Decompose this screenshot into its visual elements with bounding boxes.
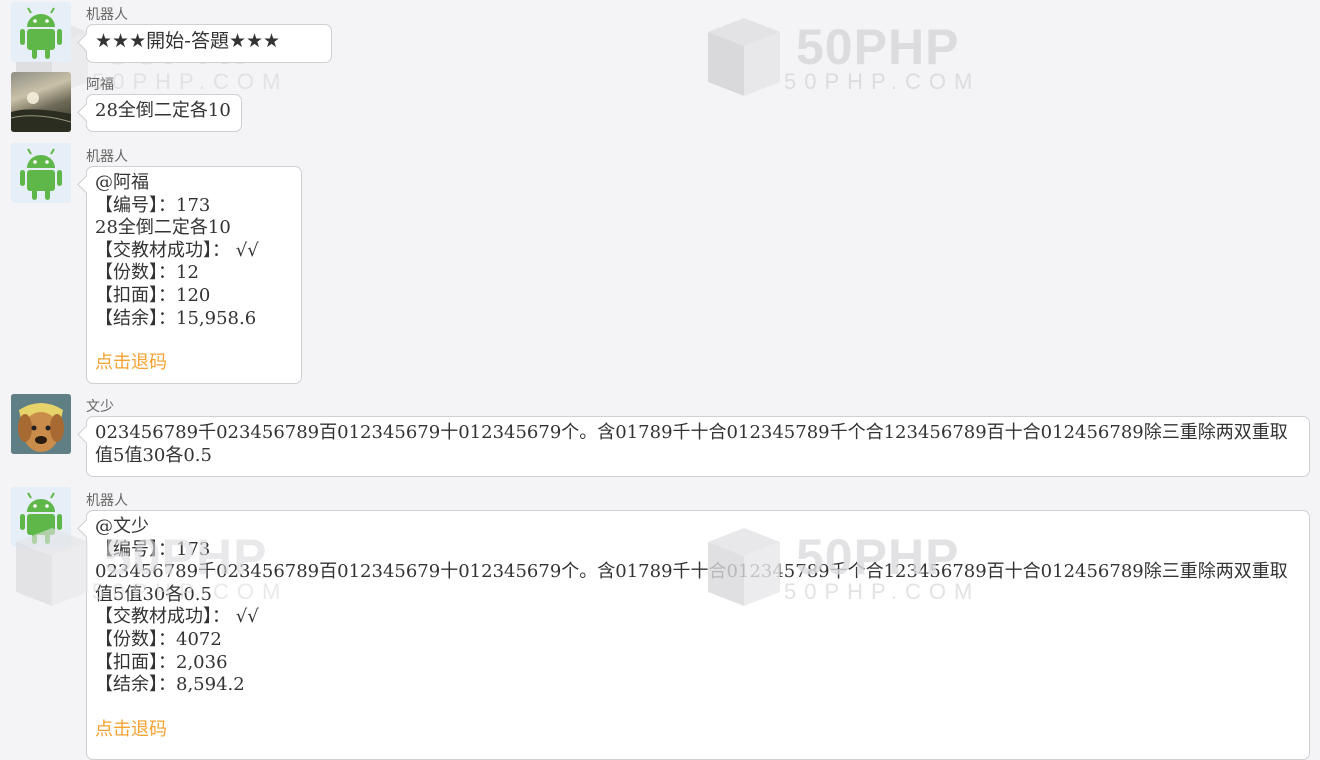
message-bubble[interactable]: @文少 【编号】：173 023456789千023456789百0123456… (86, 510, 1310, 760)
balance: 【结余】：8,594.2 (95, 674, 245, 696)
watermark-subtext: 50PHP.COM (92, 69, 289, 94)
cancel-bet-link[interactable]: 点击退码 (95, 352, 293, 375)
message-bubble[interactable]: @阿福 【编号】：173 28全倒二定各10 【交教材成功】： √√ 【份数】：… (86, 166, 302, 384)
bet-content: 28全倒二定各10 (95, 217, 231, 239)
message-bubble[interactable]: 023456789千023456789百012345679十012345679个… (86, 416, 1310, 477)
balance: 【结余】：15,958.6 (95, 307, 257, 329)
landscape-photo-icon (11, 92, 71, 132)
sender-name: 阿福 (86, 76, 114, 92)
avatar[interactable] (11, 143, 71, 203)
avatar[interactable] (11, 72, 71, 132)
ticket-number: 【编号】：173 (95, 194, 211, 216)
mention-text: @文少 (95, 516, 149, 537)
sender-name: 机器人 (86, 492, 128, 508)
avatar[interactable] (11, 2, 71, 62)
deduction: 【扣面】：2,036 (95, 651, 228, 673)
ticket-number: 【编号】：173 (95, 538, 211, 560)
message-text: 28全倒二定各10 (95, 100, 231, 121)
watermark-top: 50PHP 50PHP.COM (704, 14, 994, 104)
avatar[interactable] (11, 394, 71, 454)
bet-content: 023456789千023456789百012345679十012345679个… (95, 561, 1288, 605)
avatar[interactable] (11, 487, 71, 547)
watermark-subtext: 50PHP.COM (784, 69, 981, 94)
sender-name: 机器人 (86, 6, 128, 22)
message-bubble[interactable]: ★★★開始-答題★★★ (86, 24, 332, 63)
submit-status: 【交教材成功】： √√ (95, 606, 259, 628)
sender-name: 文少 (86, 398, 114, 414)
android-icon (20, 148, 62, 200)
android-icon (20, 7, 62, 59)
cube-logo-icon (708, 18, 780, 96)
watermark-text: 50PHP (796, 19, 960, 75)
share-count: 【份数】：12 (95, 262, 199, 284)
message-text: ★★★開始-答題★★★ (95, 30, 281, 52)
submit-status: 【交教材成功】： √√ (95, 239, 259, 261)
mention-text: @阿福 (95, 172, 149, 193)
android-icon (20, 492, 62, 544)
share-count: 【份数】：4072 (95, 628, 222, 650)
sender-name: 机器人 (86, 148, 128, 164)
message-text: 023456789千023456789百012345679十012345679个… (95, 422, 1288, 466)
dog-photo-icon (11, 394, 71, 454)
message-bubble[interactable]: 28全倒二定各10 (86, 94, 242, 132)
deduction: 【扣面】：120 (95, 284, 211, 306)
